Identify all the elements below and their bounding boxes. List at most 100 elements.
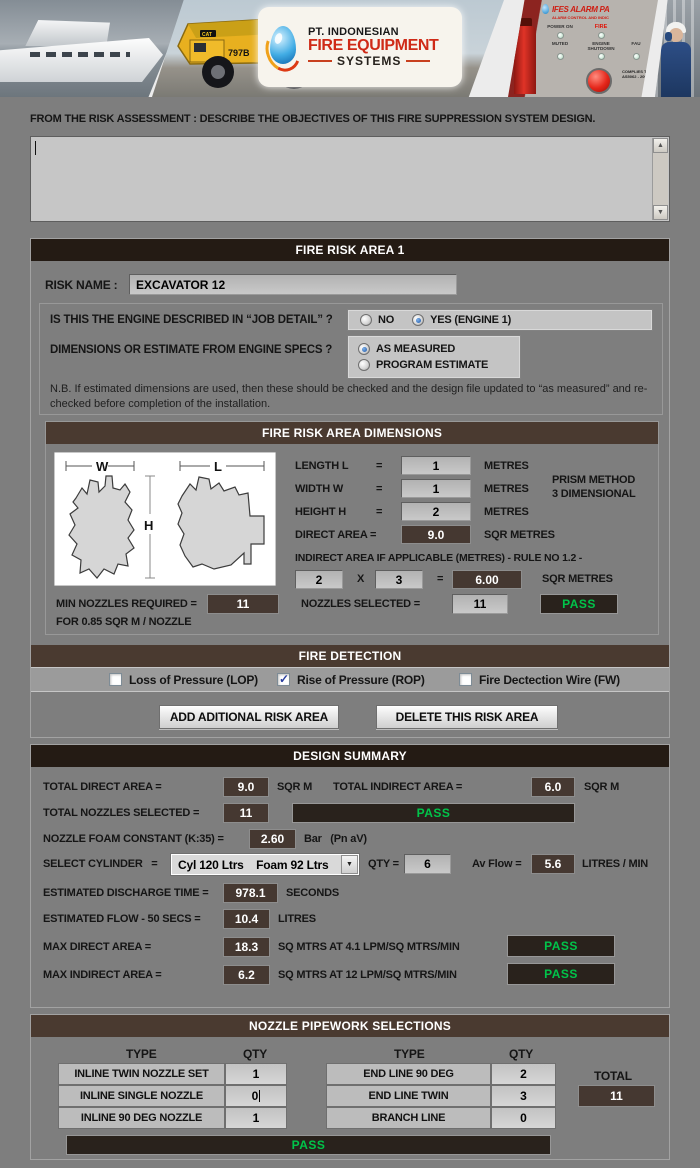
add-risk-area-button[interactable]: ADD ADITIONAL RISK AREA	[159, 705, 339, 729]
pipework-qty-input[interactable]: 2	[491, 1063, 556, 1085]
indirect-b-input[interactable]: 3	[375, 570, 423, 589]
length-label: LENGTH L	[295, 460, 348, 472]
flow-50secs-value: 10.4	[223, 909, 270, 929]
radio-program-estimate[interactable]: PROGRAM ESTIMATE	[358, 359, 488, 371]
delete-risk-area-button[interactable]: DELETE THIS RISK AREA	[376, 705, 558, 729]
prism-note-2: 3 DIMENSIONAL	[552, 488, 636, 500]
foam-constant-value: 2.60	[249, 829, 296, 849]
engine-dimensions-diagram: W L H	[54, 452, 276, 586]
fire-detection-strip: Loss of Pressure (LOP) Rise of Pressure …	[31, 667, 669, 692]
checkbox-icon[interactable]	[459, 673, 472, 686]
engine-question-radiogroup: NO YES (ENGINE 1)	[347, 309, 653, 331]
pipework-pass-badge: PASS	[66, 1135, 551, 1155]
pipework-panel: NOZZLE PIPEWORK SELECTIONS TYPE QTY TYPE…	[30, 1014, 670, 1160]
cylinder-qty-input[interactable]: 6	[404, 854, 451, 874]
flow-50secs-label: ESTIMATED FLOW - 50 SECS =	[43, 913, 200, 925]
dims-question-radiogroup: AS MEASURED PROGRAM ESTIMATE	[347, 335, 521, 379]
dimensions-panel: FIRE RISK AREA DIMENSIONS W L H	[45, 421, 659, 635]
av-flow-label: Av Flow =	[472, 858, 521, 870]
pipework-qty-input-focused[interactable]: 0	[225, 1085, 287, 1107]
checkbox-checked-icon[interactable]	[277, 673, 290, 686]
design-summary-title: DESIGN SUMMARY	[31, 745, 669, 767]
text-caret	[259, 1090, 260, 1102]
total-nozzles-value: 11	[223, 803, 269, 823]
alarm-red-button	[586, 68, 612, 94]
radio-no[interactable]: NO	[360, 314, 394, 326]
max-indirect-value: 6.2	[223, 965, 270, 985]
col-header-qty-right: QTY	[509, 1047, 533, 1061]
pipework-qty-input[interactable]: 0	[491, 1107, 556, 1129]
objectives-label: FROM THE RISK ASSESSMENT : DESCRIBE THE …	[30, 113, 595, 125]
textarea-scrollbar[interactable]: ▲ ▼	[652, 138, 668, 220]
radio-yes-engine-1[interactable]: YES (ENGINE 1)	[412, 314, 511, 326]
pipework-row-type: INLINE SINGLE NOZZLE	[58, 1085, 225, 1107]
checkbox-icon[interactable]	[109, 673, 122, 686]
pipework-qty-input[interactable]: 3	[491, 1085, 556, 1107]
fire-risk-area-panel: FIRE RISK AREA 1 RISK NAME : EXCAVATOR 1…	[30, 238, 670, 738]
radio-selected-icon[interactable]	[412, 314, 424, 326]
total-indirect-label: TOTAL INDIRECT AREA =	[333, 781, 462, 793]
header-banner: 797B CAT IFES ALARM PA ALARM CONTROL AND…	[0, 0, 700, 97]
dimensions-pass-badge: PASS	[540, 594, 618, 614]
objectives-textarea[interactable]: ▲ ▼	[30, 136, 670, 222]
alarm-panel-title: IFES ALARM PA	[552, 5, 609, 14]
checkbox-fw[interactable]: Fire Dectection Wire (FW)	[459, 673, 620, 687]
radio-icon[interactable]	[360, 314, 372, 326]
led-fault	[633, 53, 640, 60]
checkbox-lop[interactable]: Loss of Pressure (LOP)	[109, 673, 258, 687]
total-nozzles-label: TOTAL NOZZLES SELECTED =	[43, 807, 199, 819]
nb-note: N.B. If estimated dimensions are used, t…	[50, 382, 650, 412]
svg-text:H: H	[144, 518, 153, 533]
logo-line2: FIRE EQUIPMENT	[308, 38, 438, 55]
logo-line3: SYSTEMS	[308, 55, 438, 68]
cylinder-qty-label: QTY =	[368, 858, 399, 870]
pipework-row-type: END LINE TWIN	[326, 1085, 491, 1107]
max-direct-pass-badge: PASS	[507, 935, 615, 957]
foam-constant-label: NOZZLE FOAM CONSTANT (K:35) =	[43, 833, 224, 845]
fire-suppression-design-app: 797B CAT IFES ALARM PA ALARM CONTROL AND…	[0, 0, 700, 1168]
svg-text:CAT: CAT	[202, 32, 212, 38]
total-indirect-value: 6.0	[531, 777, 575, 797]
select-cylinder-label: SELECT CYLINDER =	[43, 858, 157, 870]
indirect-area-label: INDIRECT AREA IF APPLICABLE (METRES) - R…	[295, 552, 582, 564]
max-indirect-label: MAX INDIRECT AREA =	[43, 969, 162, 981]
total-nozzles-pass-badge: PASS	[292, 803, 575, 823]
led-fire	[598, 32, 605, 39]
discharge-time-value: 978.1	[223, 883, 278, 903]
engine-question-label: IS THIS THE ENGINE DESCRIBED IN “JOB DET…	[50, 314, 333, 326]
min-nozzles-sub-label: FOR 0.85 SQR M / NOZZLE	[56, 616, 191, 628]
dropdown-arrow-icon[interactable]: ▼	[341, 855, 358, 874]
checkbox-rop[interactable]: Rise of Pressure (ROP)	[277, 673, 425, 687]
width-input[interactable]: 1	[401, 479, 471, 498]
scroll-up-icon[interactable]: ▲	[653, 138, 668, 153]
min-nozzles-label: MIN NOZZLES REQUIRED =	[56, 598, 197, 610]
radio-icon[interactable]	[358, 359, 370, 371]
dimensions-title: FIRE RISK AREA DIMENSIONS	[46, 422, 658, 444]
pipework-title: NOZZLE PIPEWORK SELECTIONS	[31, 1015, 669, 1037]
radio-selected-icon[interactable]	[358, 343, 370, 355]
pipework-row-type: INLINE TWIN NOZZLE SET	[58, 1063, 225, 1085]
length-input[interactable]: 1	[401, 456, 471, 475]
height-input[interactable]: 2	[401, 502, 471, 521]
led-power-on	[557, 32, 564, 39]
total-label: TOTAL	[594, 1069, 632, 1083]
col-header-type-right: TYPE	[394, 1047, 425, 1061]
drop-icon	[542, 4, 549, 14]
scroll-down-icon[interactable]: ▼	[653, 205, 668, 220]
banner-worker-photo	[655, 0, 700, 97]
pipework-qty-input[interactable]: 1	[225, 1107, 287, 1129]
water-drop-flame-icon	[266, 22, 300, 72]
led-muted	[557, 53, 564, 60]
max-indirect-pass-badge: PASS	[507, 963, 615, 985]
radio-as-measured[interactable]: AS MEASURED	[358, 343, 455, 355]
height-label: HEIGHT H	[295, 506, 346, 518]
min-nozzles-value: 11	[207, 594, 279, 614]
company-logo: PT. INDONESIAN FIRE EQUIPMENT SYSTEMS	[258, 7, 462, 87]
nozzles-selected-input[interactable]: 11	[452, 594, 508, 614]
ifes-alarm-panel: IFES ALARM PA ALARM CONTROL AND INDIC PO…	[542, 4, 654, 94]
cylinder-select[interactable]: Cyl 120 Ltrs Foam 92 Ltrs ▼	[170, 853, 360, 876]
banner-alarm-panel-photo: IFES ALARM PA ALARM CONTROL AND INDIC PO…	[508, 0, 658, 97]
risk-name-input[interactable]: EXCAVATOR 12	[129, 274, 457, 295]
indirect-a-input[interactable]: 2	[295, 570, 343, 589]
pipework-qty-input[interactable]: 1	[225, 1063, 287, 1085]
